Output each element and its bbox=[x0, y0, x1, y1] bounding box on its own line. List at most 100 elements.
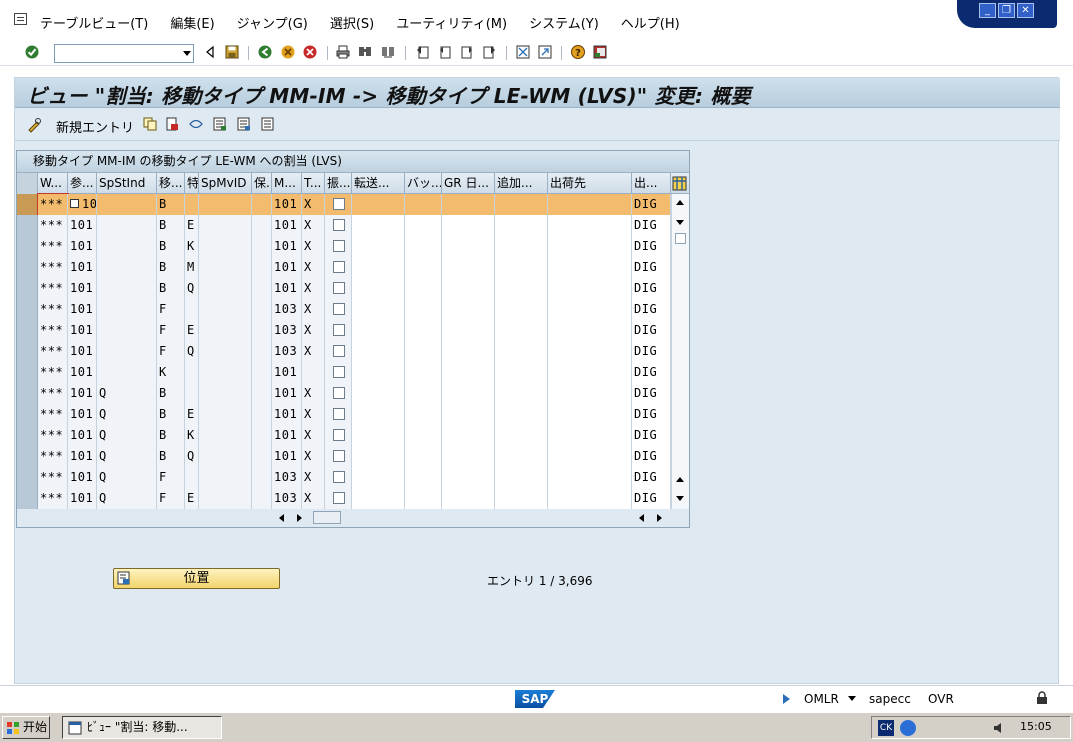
lock-icon[interactable] bbox=[1035, 691, 1049, 705]
table-cell-input[interactable] bbox=[405, 362, 442, 383]
table-cell-input[interactable] bbox=[352, 278, 405, 299]
last-page-icon[interactable] bbox=[482, 45, 496, 59]
scroll-right-icon[interactable] bbox=[297, 514, 302, 522]
table-cell[interactable]: X bbox=[302, 215, 325, 236]
scroll-page-up-icon[interactable] bbox=[676, 477, 684, 482]
table-cell[interactable] bbox=[252, 257, 272, 278]
table-cell[interactable] bbox=[252, 404, 272, 425]
restore-icon[interactable]: ❐ bbox=[998, 3, 1015, 18]
table-cell[interactable] bbox=[97, 236, 157, 257]
table-cell[interactable]: DIG bbox=[632, 362, 671, 383]
save-icon[interactable] bbox=[225, 45, 239, 59]
table-cell[interactable] bbox=[252, 488, 272, 509]
column-header[interactable]: M... bbox=[272, 173, 302, 194]
table-cell[interactable]: DIG bbox=[632, 278, 671, 299]
scroll-left-icon[interactable] bbox=[279, 514, 284, 522]
table-cell-input[interactable] bbox=[352, 404, 405, 425]
table-row[interactable]: *** 101 B Q 101 X DIG bbox=[17, 278, 671, 299]
table-cell-checkbox[interactable] bbox=[325, 299, 352, 320]
row-selector[interactable] bbox=[17, 236, 38, 257]
table-cell[interactable]: 103 bbox=[272, 341, 302, 362]
table-cell[interactable]: Q bbox=[97, 467, 157, 488]
table-cell[interactable]: E bbox=[185, 404, 199, 425]
table-cell[interactable]: B bbox=[157, 194, 185, 215]
vertical-scrollbar[interactable] bbox=[671, 194, 689, 509]
menu-item[interactable]: テーブルビュー(T) bbox=[40, 13, 148, 32]
column-header[interactable]: バッ... bbox=[405, 173, 442, 194]
table-cell[interactable]: Q bbox=[97, 446, 157, 467]
table-cell[interactable] bbox=[185, 383, 199, 404]
table-cell[interactable]: B bbox=[157, 278, 185, 299]
table-cell[interactable]: B bbox=[157, 404, 185, 425]
table-cell-input[interactable] bbox=[405, 215, 442, 236]
table-cell-input[interactable] bbox=[442, 194, 495, 215]
table-cell[interactable]: F bbox=[157, 299, 185, 320]
table-cell-checkbox[interactable] bbox=[325, 320, 352, 341]
table-cell-checkbox[interactable] bbox=[325, 362, 352, 383]
table-cell[interactable]: B bbox=[157, 257, 185, 278]
deselect-all-icon[interactable] bbox=[261, 117, 275, 131]
row-selector[interactable] bbox=[17, 383, 38, 404]
table-cell-input[interactable] bbox=[548, 299, 632, 320]
column-header[interactable]: 出... bbox=[632, 173, 671, 194]
table-cell[interactable] bbox=[252, 467, 272, 488]
table-cell[interactable]: X bbox=[302, 194, 325, 215]
table-cell-input[interactable] bbox=[548, 446, 632, 467]
table-cell[interactable]: 101 bbox=[68, 425, 97, 446]
scroll-down-icon[interactable] bbox=[676, 220, 684, 225]
table-cell[interactable] bbox=[252, 299, 272, 320]
table-cell-input[interactable] bbox=[495, 383, 548, 404]
help-icon[interactable]: ? bbox=[571, 45, 585, 59]
table-cell[interactable]: Q bbox=[185, 278, 199, 299]
first-page-icon[interactable] bbox=[416, 45, 430, 59]
table-cell-input[interactable] bbox=[442, 299, 495, 320]
table-cell-checkbox[interactable] bbox=[325, 278, 352, 299]
table-cell-checkbox[interactable] bbox=[325, 467, 352, 488]
find-icon[interactable] bbox=[358, 45, 372, 59]
table-cell[interactable]: DIG bbox=[632, 425, 671, 446]
table-cell-input[interactable] bbox=[548, 278, 632, 299]
table-cell-input[interactable] bbox=[405, 425, 442, 446]
table-cell-input[interactable] bbox=[405, 257, 442, 278]
column-header[interactable]: 参... bbox=[68, 173, 97, 194]
table-cell[interactable] bbox=[199, 425, 252, 446]
table-cell-checkbox[interactable] bbox=[325, 236, 352, 257]
checkbox[interactable] bbox=[333, 450, 345, 462]
back-icon[interactable] bbox=[258, 45, 272, 59]
table-cell-input[interactable] bbox=[405, 320, 442, 341]
table-cell[interactable]: 101 bbox=[68, 341, 97, 362]
table-cell[interactable]: X bbox=[302, 383, 325, 404]
table-cell-input[interactable] bbox=[442, 362, 495, 383]
table-cell[interactable]: *** bbox=[38, 446, 68, 467]
new-session-icon[interactable] bbox=[516, 45, 530, 59]
table-cell[interactable]: X bbox=[302, 404, 325, 425]
table-cell-input[interactable] bbox=[442, 278, 495, 299]
table-cell[interactable]: *** bbox=[38, 299, 68, 320]
table-cell[interactable]: F bbox=[157, 467, 185, 488]
table-cell-input[interactable] bbox=[495, 425, 548, 446]
table-cell[interactable] bbox=[97, 341, 157, 362]
table-cell[interactable] bbox=[302, 362, 325, 383]
table-row[interactable]: *** 101 B M 101 X DIG bbox=[17, 257, 671, 278]
checkbox[interactable] bbox=[333, 471, 345, 483]
table-cell[interactable]: K bbox=[185, 425, 199, 446]
table-cell[interactable]: F bbox=[157, 320, 185, 341]
table-cell[interactable]: DIG bbox=[632, 320, 671, 341]
table-cell[interactable]: M bbox=[185, 257, 199, 278]
transaction-code[interactable]: OMLR bbox=[804, 692, 839, 706]
table-cell[interactable]: 101 bbox=[68, 362, 97, 383]
table-cell[interactable] bbox=[199, 299, 252, 320]
table-cell-input[interactable] bbox=[548, 257, 632, 278]
table-cell-input[interactable] bbox=[442, 236, 495, 257]
table-cell-input[interactable] bbox=[548, 320, 632, 341]
table-cell[interactable]: *** bbox=[38, 425, 68, 446]
table-cell-input[interactable] bbox=[405, 341, 442, 362]
scroll-far-right-icon[interactable] bbox=[657, 514, 662, 522]
taskbar-item-sap[interactable]: ﾋﾞｭｰ "割当: 移動... bbox=[62, 716, 222, 739]
checkbox[interactable] bbox=[333, 261, 345, 273]
table-cell[interactable]: DIG bbox=[632, 236, 671, 257]
table-cell-input[interactable] bbox=[548, 215, 632, 236]
table-cell[interactable] bbox=[199, 341, 252, 362]
cancel-icon[interactable] bbox=[303, 45, 317, 59]
table-cell-input[interactable] bbox=[352, 467, 405, 488]
